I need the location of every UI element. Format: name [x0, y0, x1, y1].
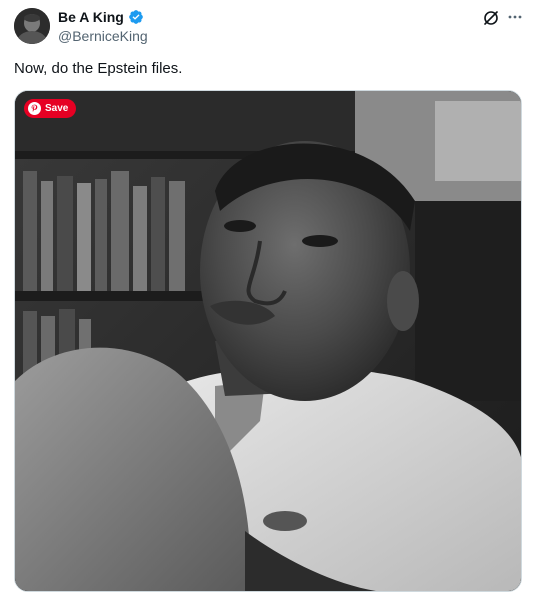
tweet-photo[interactable]	[14, 90, 522, 592]
avatar[interactable]	[14, 8, 50, 44]
verified-badge-icon	[128, 9, 144, 25]
pinterest-save-button[interactable]: Save	[24, 99, 77, 118]
tweet-text: Now, do the Epstein files.	[14, 60, 183, 77]
grok-icon[interactable]	[482, 9, 500, 27]
pinterest-icon	[28, 102, 41, 115]
display-name[interactable]: Be A King	[58, 9, 124, 25]
more-options-icon[interactable]	[506, 8, 524, 26]
user-handle[interactable]: @BerniceKing	[58, 28, 148, 44]
tweet-card[interactable]: Be A King @BerniceKing Now, do the Epste…	[0, 0, 538, 596]
save-button-label: Save	[45, 103, 69, 114]
